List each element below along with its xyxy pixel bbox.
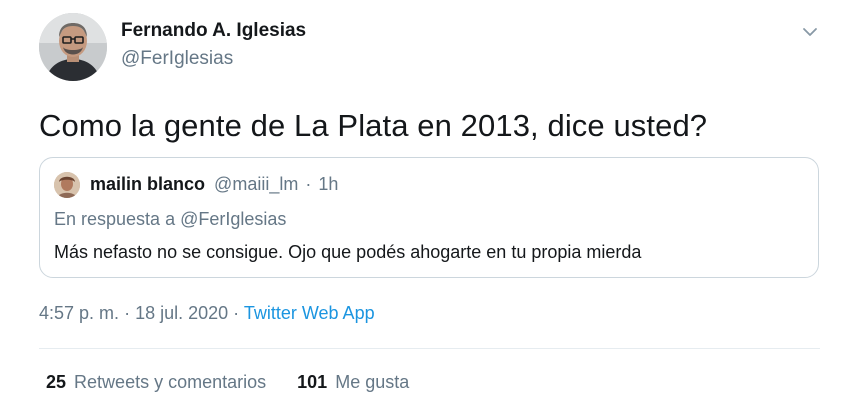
retweets-stat[interactable]: 25 Retweets y comentarios (46, 372, 266, 393)
reply-mention[interactable]: @FerIglesias (180, 209, 286, 229)
author-handle[interactable]: @FerIglesias (121, 48, 233, 70)
quoted-author-avatar[interactable] (54, 172, 80, 198)
quoted-avatar-image (54, 172, 80, 198)
chevron-down-icon[interactable] (800, 22, 820, 42)
quoted-separator: · (305, 174, 312, 194)
quoted-tweet-text: Más nefasto no se consigue. Ojo que podé… (54, 242, 642, 262)
meta-separator: · (233, 303, 240, 323)
quoted-timestamp[interactable]: 1h (318, 174, 338, 194)
likes-count: 101 (297, 372, 328, 392)
quoted-author-handle[interactable]: @maiii_lm (214, 174, 298, 194)
likes-stat[interactable]: 101 Me gusta (297, 372, 409, 393)
tweet-stats: 25 Retweets y comentarios 101 Me gusta (46, 372, 409, 393)
author-avatar[interactable] (39, 13, 107, 81)
tweet-time[interactable]: 4:57 p. m. (39, 303, 119, 323)
quoted-author-name[interactable]: mailin blanco (90, 174, 205, 194)
divider (39, 348, 820, 349)
author-avatar-image (39, 13, 107, 81)
likes-label: Me gusta (335, 372, 410, 392)
author-name[interactable]: Fernando A. Iglesias (121, 20, 306, 42)
quoted-reply-context: En respuesta a @FerIglesias (54, 209, 286, 230)
meta-separator: · (124, 303, 131, 323)
reply-prefix: En respuesta a (54, 209, 176, 229)
tweet-text: Como la gente de La Plata en 2013, dice … (39, 108, 708, 143)
retweets-label: Retweets y comentarios (74, 372, 267, 392)
quoted-tweet[interactable]: mailin blanco @maiii_lm · 1h En respuest… (39, 157, 819, 278)
tweet-date[interactable]: 18 jul. 2020 (135, 303, 228, 323)
tweet-source-link[interactable]: Twitter Web App (244, 303, 375, 323)
tweet-meta: 4:57 p. m. · 18 jul. 2020 · Twitter Web … (39, 303, 375, 324)
retweets-count: 25 (46, 372, 67, 392)
tweet-card: Fernando A. Iglesias @FerIglesias Como l… (0, 0, 847, 411)
quoted-header: mailin blanco @maiii_lm · 1h (90, 174, 338, 195)
